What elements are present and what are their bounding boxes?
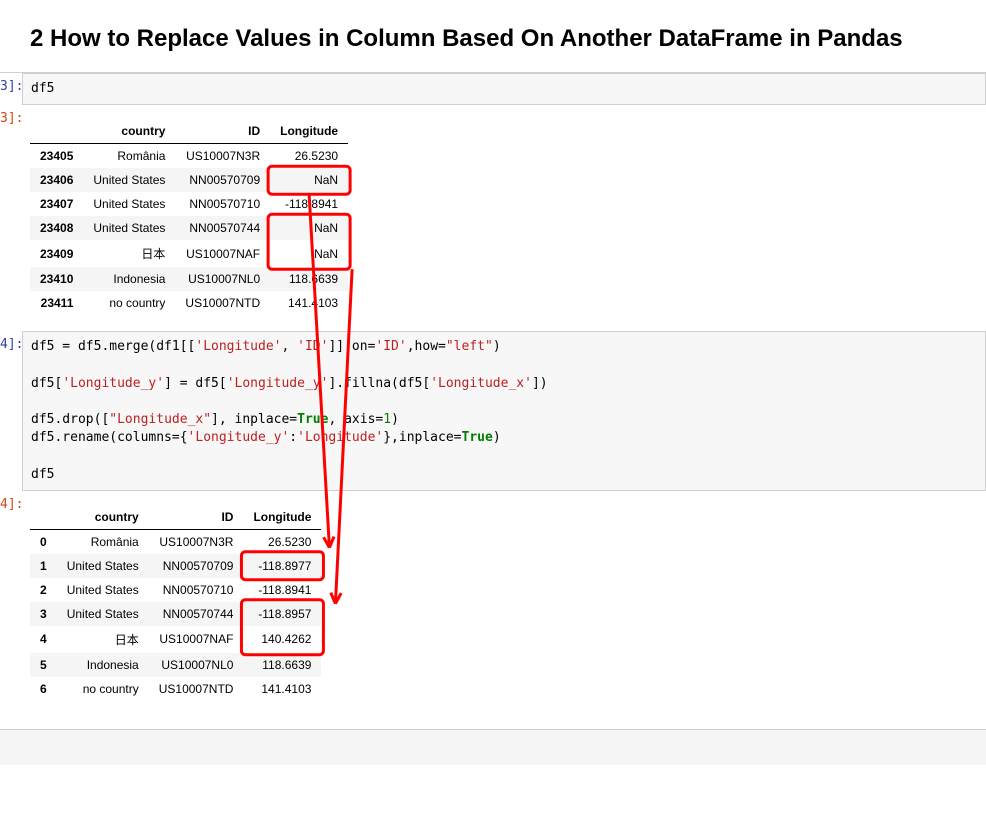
- cell: NN00570709: [175, 168, 270, 192]
- table-row: 0RomâniaUS10007N3R26.5230: [30, 529, 321, 554]
- cell: NaN: [270, 216, 348, 240]
- cell: United States: [57, 602, 149, 626]
- cell: United States: [57, 578, 149, 602]
- cell: 141.4103: [243, 677, 321, 701]
- cell: -118.8941: [270, 192, 348, 216]
- notebook-input-cell: 4]: df5 = df5.merge(df1[['Longitude', 'I…: [0, 331, 986, 491]
- code-input[interactable]: df5 = df5.merge(df1[['Longitude', 'ID']]…: [22, 331, 986, 491]
- cell: -118.8941: [243, 578, 321, 602]
- cell: US10007NTD: [175, 291, 270, 315]
- cell: -118.8977: [243, 554, 321, 578]
- row-index: 1: [30, 554, 57, 578]
- cell: 141.4103: [270, 291, 348, 315]
- column-header: ID: [149, 505, 244, 530]
- cell: Indonesia: [57, 653, 149, 677]
- code-input[interactable]: df5: [22, 73, 986, 105]
- cell: 日本: [57, 626, 149, 653]
- table-row: 2United StatesNN00570710-118.8941: [30, 578, 321, 602]
- cell: NN00570744: [149, 602, 244, 626]
- cell: US10007NL0: [149, 653, 244, 677]
- row-index: 23410: [30, 267, 83, 291]
- row-index: 2: [30, 578, 57, 602]
- output-prompt: 3]:: [0, 105, 22, 126]
- row-index: 23409: [30, 240, 83, 267]
- cell: no country: [57, 677, 149, 701]
- table-row: 5IndonesiaUS10007NL0118.6639: [30, 653, 321, 677]
- input-prompt: 4]:: [0, 331, 22, 352]
- cell: NN00570710: [149, 578, 244, 602]
- table-row: 1United StatesNN00570709-118.8977: [30, 554, 321, 578]
- notebook-input-cell: 3]: df5: [0, 73, 986, 105]
- table-row: 23408United StatesNN00570744NaN: [30, 216, 348, 240]
- cell: NaN: [270, 240, 348, 267]
- column-header: Longitude: [270, 119, 348, 144]
- input-prompt: 3]:: [0, 73, 22, 94]
- cell: US10007NTD: [149, 677, 244, 701]
- cell: Indonesia: [83, 267, 175, 291]
- cell: US10007NAF: [149, 626, 244, 653]
- column-header: ID: [175, 119, 270, 144]
- cell: United States: [57, 554, 149, 578]
- cell: United States: [83, 216, 175, 240]
- column-header: [30, 119, 83, 144]
- cell: United States: [83, 168, 175, 192]
- cell: United States: [83, 192, 175, 216]
- dataframe-output: countryIDLongitude 23405RomâniaUS10007N3…: [22, 105, 986, 331]
- cell: 118.6639: [270, 267, 348, 291]
- section-heading: 2 How to Replace Values in Column Based …: [30, 24, 956, 54]
- table-row: 6no countryUS10007NTD141.4103: [30, 677, 321, 701]
- cell: România: [83, 144, 175, 169]
- table-row: 23407United StatesNN00570710-118.8941: [30, 192, 348, 216]
- row-index: 0: [30, 529, 57, 554]
- column-header: Longitude: [243, 505, 321, 530]
- cell: US10007NAF: [175, 240, 270, 267]
- cell: US10007N3R: [149, 529, 244, 554]
- table-row: 23409日本US10007NAFNaN: [30, 240, 348, 267]
- row-index: 6: [30, 677, 57, 701]
- cell: 26.5230: [243, 529, 321, 554]
- row-index: 4: [30, 626, 57, 653]
- dataframe-output: countryIDLongitude 0RomâniaUS10007N3R26.…: [22, 491, 986, 717]
- code-text: df5: [31, 81, 54, 96]
- notebook-output-cell: 3]: countryIDLongitude 23405RomâniaUS100…: [0, 105, 986, 331]
- row-index: 3: [30, 602, 57, 626]
- column-header: country: [83, 119, 175, 144]
- row-index: 23408: [30, 216, 83, 240]
- cell: NaN: [270, 168, 348, 192]
- cell: -118.8957: [243, 602, 321, 626]
- dataframe-table: countryIDLongitude 23405RomâniaUS10007N3…: [30, 119, 348, 315]
- cell: US10007NL0: [175, 267, 270, 291]
- row-index: 23411: [30, 291, 83, 315]
- table-row: 23410IndonesiaUS10007NL0118.6639: [30, 267, 348, 291]
- cell: 118.6639: [243, 653, 321, 677]
- cell: 140.4262: [243, 626, 321, 653]
- row-index: 5: [30, 653, 57, 677]
- row-index: 23406: [30, 168, 83, 192]
- cell: NN00570709: [149, 554, 244, 578]
- cell: 26.5230: [270, 144, 348, 169]
- cell: NN00570710: [175, 192, 270, 216]
- table-row: 23411no countryUS10007NTD141.4103: [30, 291, 348, 315]
- dataframe-table: countryIDLongitude 0RomâniaUS10007N3R26.…: [30, 505, 321, 701]
- table-row: 23406United StatesNN00570709NaN: [30, 168, 348, 192]
- column-header: [30, 505, 57, 530]
- table-row: 23405RomâniaUS10007N3R26.5230: [30, 144, 348, 169]
- row-index: 23407: [30, 192, 83, 216]
- cell: România: [57, 529, 149, 554]
- notebook-output-cell: 4]: countryIDLongitude 0RomâniaUS10007N3…: [0, 491, 986, 717]
- row-index: 23405: [30, 144, 83, 169]
- column-header: country: [57, 505, 149, 530]
- table-row: 4日本US10007NAF140.4262: [30, 626, 321, 653]
- output-prompt: 4]:: [0, 491, 22, 512]
- table-row: 3United StatesNN00570744-118.8957: [30, 602, 321, 626]
- cell: NN00570744: [175, 216, 270, 240]
- cell: US10007N3R: [175, 144, 270, 169]
- cell: 日本: [83, 240, 175, 267]
- cell: no country: [83, 291, 175, 315]
